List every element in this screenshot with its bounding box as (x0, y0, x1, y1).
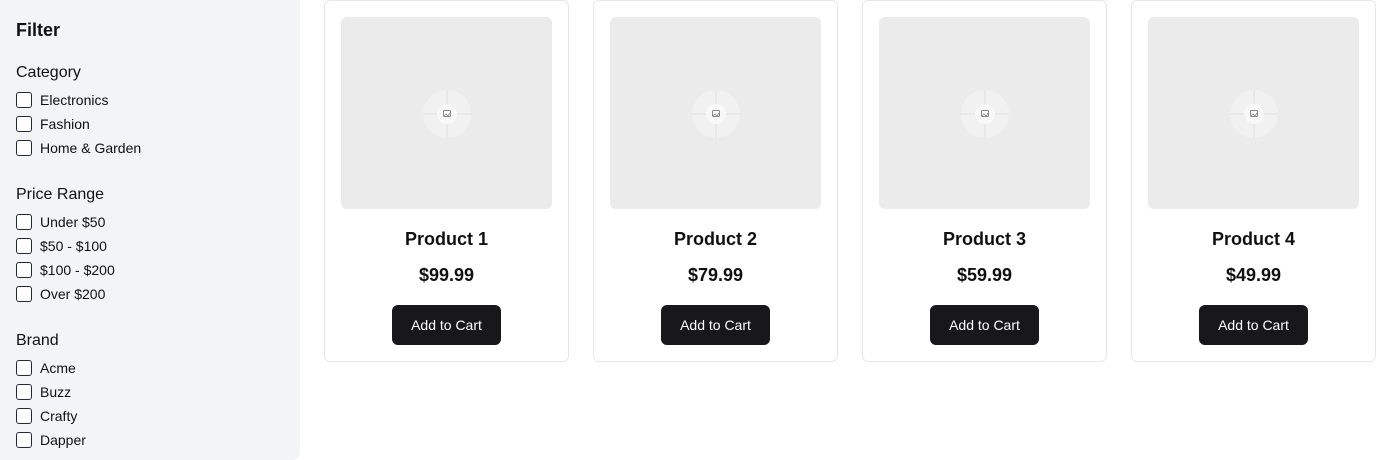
filter-section-price-range: Price Range Under $50 $50 - $100 $100 - … (16, 184, 284, 306)
product-price: $79.99 (687, 265, 744, 285)
product-price: $59.99 (956, 265, 1013, 285)
checkbox[interactable] (16, 92, 32, 108)
add-to-cart-button[interactable]: Add to Cart (392, 305, 501, 345)
section-title: Category (16, 64, 81, 81)
option-label: Over $200 (40, 286, 106, 302)
filter-option-100-200[interactable]: $100 - $200 (16, 258, 284, 282)
product-card-1: Product 1 $99.99 Add to Cart (324, 0, 569, 362)
filter-title: Filter (16, 20, 61, 40)
checkbox[interactable] (16, 360, 32, 376)
option-label: Buzz (40, 384, 72, 400)
image-placeholder-icon (961, 90, 1009, 138)
product-card-3: Product 3 $59.99 Add to Cart (862, 0, 1107, 362)
image-placeholder-icon (1230, 90, 1278, 138)
checkbox[interactable] (16, 432, 32, 448)
product-image (341, 17, 552, 209)
product-name: Product 3 (942, 229, 1026, 249)
image-placeholder-icon (423, 90, 471, 138)
image-placeholder-icon (692, 90, 740, 138)
product-listing-page: Filter Category Electronics Fashion Home… (0, 0, 1376, 460)
product-image (1148, 17, 1359, 209)
product-name: Product 2 (673, 229, 757, 249)
filter-option-electronics[interactable]: Electronics (16, 88, 284, 112)
checkbox[interactable] (16, 408, 32, 424)
product-card-2: Product 2 $79.99 Add to Cart (593, 0, 838, 362)
option-label: Home & Garden (40, 140, 142, 156)
filter-option-home-garden[interactable]: Home & Garden (16, 136, 284, 160)
product-card-4: Product 4 $49.99 Add to Cart (1131, 0, 1376, 362)
checkbox[interactable] (16, 214, 32, 230)
option-label: $100 - $200 (40, 262, 115, 278)
option-label: Acme (40, 360, 76, 376)
filter-option-under-50[interactable]: Under $50 (16, 210, 284, 234)
option-label: $50 - $100 (40, 238, 107, 254)
checkbox[interactable] (16, 140, 32, 156)
section-title: Price Range (16, 186, 105, 203)
option-label: Under $50 (40, 214, 106, 230)
option-label: Crafty (40, 408, 78, 424)
filter-option-50-100[interactable]: $50 - $100 (16, 234, 284, 258)
filter-option-fashion[interactable]: Fashion (16, 112, 284, 136)
filter-section-brand: Brand Acme Buzz Crafty Dapper (16, 330, 284, 452)
add-to-cart-button[interactable]: Add to Cart (661, 305, 770, 345)
add-to-cart-button[interactable]: Add to Cart (1199, 305, 1308, 345)
checkbox[interactable] (16, 238, 32, 254)
filter-sidebar: Filter Category Electronics Fashion Home… (0, 0, 300, 460)
filter-section-category: Category Electronics Fashion Home & Gard… (16, 62, 284, 160)
checkbox[interactable] (16, 262, 32, 278)
section-title: Brand (16, 332, 59, 349)
filter-option-over-200[interactable]: Over $200 (16, 282, 284, 306)
product-name: Product 4 (1211, 229, 1295, 249)
filter-option-dapper[interactable]: Dapper (16, 428, 284, 452)
product-image (610, 17, 821, 209)
add-to-cart-button[interactable]: Add to Cart (930, 305, 1039, 345)
checkbox[interactable] (16, 116, 32, 132)
product-name: Product 1 (404, 229, 488, 249)
checkbox[interactable] (16, 384, 32, 400)
product-price: $49.99 (1225, 265, 1282, 285)
option-label: Electronics (40, 92, 109, 108)
filter-option-acme[interactable]: Acme (16, 356, 284, 380)
filter-option-buzz[interactable]: Buzz (16, 380, 284, 404)
option-label: Dapper (40, 432, 86, 448)
product-price: $99.99 (418, 265, 475, 285)
checkbox[interactable] (16, 286, 32, 302)
option-label: Fashion (40, 116, 90, 132)
filter-option-crafty[interactable]: Crafty (16, 404, 284, 428)
product-image (879, 17, 1090, 209)
